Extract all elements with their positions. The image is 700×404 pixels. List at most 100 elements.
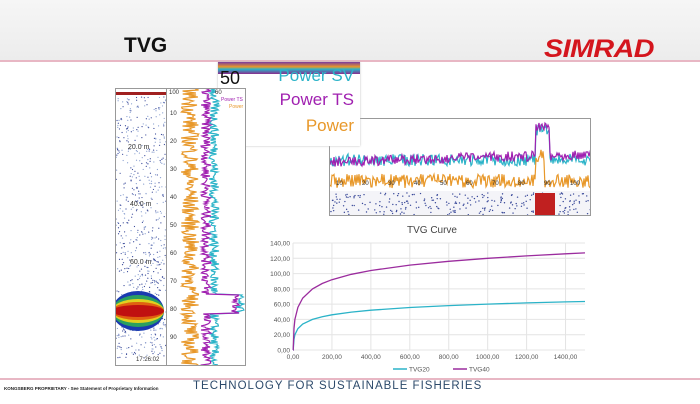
echo-dot xyxy=(148,242,150,245)
echo-dot xyxy=(122,222,124,224)
echo-dot xyxy=(437,207,439,209)
echo-dot xyxy=(124,182,126,184)
echo-dot xyxy=(159,328,161,330)
echo-dot xyxy=(158,227,160,229)
echo-dot xyxy=(119,124,122,126)
echo-dot xyxy=(137,126,139,128)
echo-dot xyxy=(462,204,464,207)
echo-dot xyxy=(434,202,437,204)
echo-dot xyxy=(349,196,351,198)
echo-dot xyxy=(138,334,141,336)
echo-dot xyxy=(575,199,577,201)
echo-dot xyxy=(589,208,590,211)
echo-dot xyxy=(163,102,165,104)
echo-dot xyxy=(161,276,164,278)
echo-dot xyxy=(516,196,519,198)
echo-dot xyxy=(447,213,449,215)
echo-dot xyxy=(123,217,126,219)
echo-dot xyxy=(159,114,161,116)
echo-dot xyxy=(137,278,139,281)
echo-dot xyxy=(454,201,457,203)
echo-dot xyxy=(145,134,147,136)
echo-dot xyxy=(154,185,156,187)
echo-dot xyxy=(136,135,138,137)
echo-dot xyxy=(162,157,164,159)
echo-dot xyxy=(147,115,149,118)
echo-dot xyxy=(152,237,154,239)
echo-dot xyxy=(483,209,486,211)
echo-dot xyxy=(467,214,470,215)
echo-dot xyxy=(379,211,381,213)
echo-dot xyxy=(136,239,138,241)
echo-dot xyxy=(133,241,135,243)
x-tick-label: 200,00 xyxy=(322,354,342,361)
echo-dot xyxy=(452,193,454,195)
echo-dot xyxy=(162,193,164,196)
echo-dot xyxy=(152,123,155,125)
echo-dot xyxy=(116,347,118,349)
echo-dot xyxy=(132,129,134,132)
echo-dot xyxy=(127,119,129,121)
echo-dot xyxy=(155,236,157,238)
echo-dot xyxy=(129,109,131,112)
echo-dot xyxy=(157,211,159,213)
echo-dot xyxy=(141,162,143,165)
echo-dot xyxy=(482,213,484,215)
echo-dot xyxy=(148,255,151,257)
x-tick-label: 1400,00 xyxy=(554,354,578,361)
echo-dot xyxy=(122,194,124,196)
echo-dot xyxy=(335,193,337,195)
depth-tick: 90 xyxy=(170,335,177,341)
echo-dot xyxy=(142,233,144,235)
echo-dot xyxy=(330,210,332,213)
echo-dot xyxy=(158,294,160,296)
echo-dot xyxy=(119,356,121,358)
echo-dot xyxy=(151,236,153,238)
echo-dot xyxy=(151,198,153,200)
echo-dot xyxy=(118,270,121,272)
echo-dot xyxy=(119,204,121,206)
echo-dot xyxy=(430,197,433,199)
range-tick: 10 xyxy=(336,181,343,187)
echo-dot xyxy=(365,211,368,213)
echo-dot xyxy=(154,237,156,239)
echo-dot xyxy=(156,174,158,176)
echo-dot xyxy=(141,126,143,128)
echo-dot xyxy=(134,353,137,355)
range-tick: 90 xyxy=(544,181,551,187)
echo-dot xyxy=(559,193,561,195)
echo-dot xyxy=(136,106,138,108)
echo-dot xyxy=(149,158,151,160)
echo-dot xyxy=(144,175,146,177)
echo-dot xyxy=(158,107,160,109)
echo-dot xyxy=(145,124,147,126)
echo-dot xyxy=(150,336,152,339)
trace-sv xyxy=(207,89,245,365)
echo-dot xyxy=(463,203,465,205)
echo-dot xyxy=(153,281,156,283)
echo-dot xyxy=(399,213,402,215)
echo-dot xyxy=(157,282,159,284)
echo-dot xyxy=(154,333,156,335)
axis-top-right: 60 xyxy=(215,90,222,96)
echo-dot xyxy=(406,192,408,194)
echo-dot xyxy=(363,193,365,196)
echo-dot xyxy=(121,247,123,249)
echo-dot xyxy=(383,213,385,215)
echo-dot xyxy=(153,108,155,111)
echo-dot xyxy=(135,159,138,161)
echo-dot xyxy=(142,168,144,171)
range-tick: 20 xyxy=(362,181,369,187)
echo-dot xyxy=(129,175,131,177)
echo-dot xyxy=(586,212,589,215)
echo-dot xyxy=(137,172,139,174)
echo-dot xyxy=(145,162,148,164)
echo-dot xyxy=(147,96,149,99)
echo-dot xyxy=(150,238,153,240)
echo-dot xyxy=(162,247,165,249)
echo-dot xyxy=(430,211,432,214)
echo-dot xyxy=(141,157,143,159)
echo-dot xyxy=(344,194,347,196)
echo-dot xyxy=(128,284,130,286)
fish-school xyxy=(535,193,555,215)
